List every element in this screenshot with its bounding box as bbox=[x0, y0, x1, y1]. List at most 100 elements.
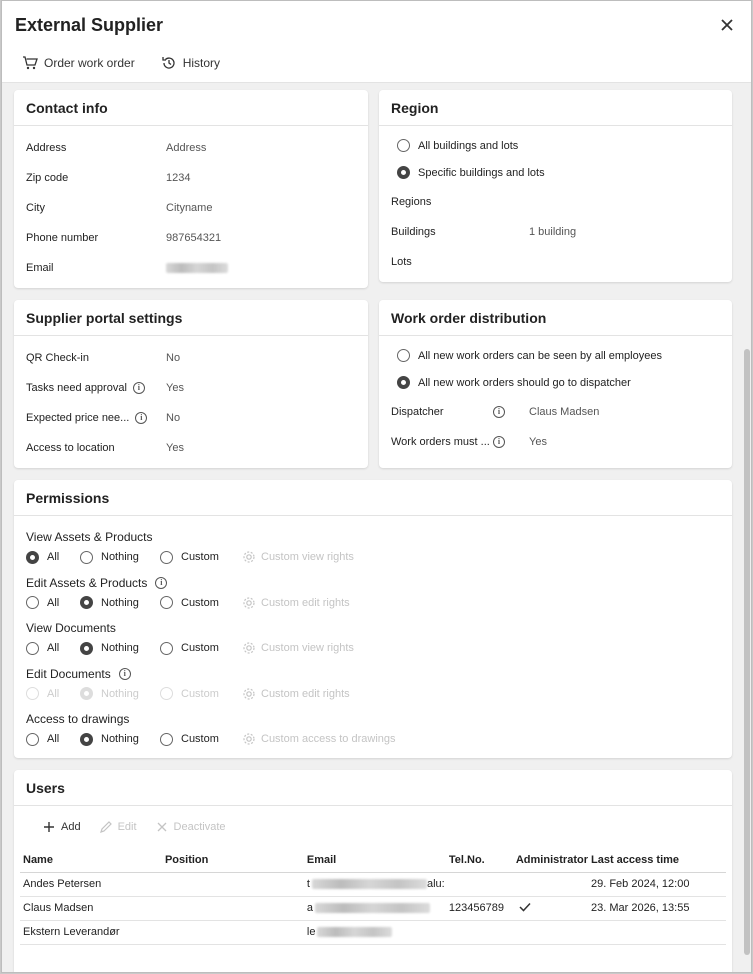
permission-option-custom[interactable]: Custom bbox=[160, 641, 242, 655]
column-header[interactable]: Last access time bbox=[587, 848, 726, 873]
radio-button[interactable] bbox=[26, 596, 39, 609]
history-label: History bbox=[182, 56, 221, 70]
permission-option-nothing[interactable]: Nothing bbox=[80, 687, 160, 700]
edit-user-button[interactable]: Edit bbox=[99, 820, 137, 834]
user-administrator bbox=[512, 896, 588, 921]
radio-button[interactable] bbox=[160, 596, 173, 609]
user-tel: 123456789 bbox=[445, 896, 513, 921]
column-header[interactable]: Tel.No. bbox=[445, 848, 513, 873]
permission-option-nothing[interactable]: Nothing bbox=[80, 550, 160, 564]
custom-rights-button[interactable]: Custom edit rights bbox=[242, 596, 350, 610]
column-header[interactable]: Administrator bbox=[512, 848, 588, 873]
field-row: Phone number bbox=[26, 230, 98, 246]
user-tel bbox=[445, 872, 513, 897]
radio-button[interactable] bbox=[397, 139, 410, 152]
field-label: Work orders must ... bbox=[391, 436, 490, 448]
table-row[interactable]: Claus Madsen a 123456789 23. Mar 2026, 13:5… bbox=[20, 896, 726, 921]
radio-button[interactable] bbox=[160, 550, 173, 564]
permission-options: All Nothing Custom Custom edit rights bbox=[26, 687, 350, 701]
permission-option-all[interactable]: All bbox=[26, 641, 80, 655]
permission-option-all[interactable]: All bbox=[26, 732, 80, 746]
contact-info-card: Contact info Address Address Zip code 1234 C… bbox=[14, 90, 368, 288]
distribution-title: Work order distribution bbox=[379, 300, 732, 336]
table-row[interactable]: Andes Petersen t alu: 29. Feb 2024, 12:00 bbox=[20, 872, 726, 897]
info-icon[interactable]: i bbox=[493, 436, 505, 448]
permission-option-custom[interactable]: Custom bbox=[160, 550, 242, 564]
radio-button[interactable] bbox=[160, 687, 173, 700]
region-option[interactable]: Specific buildings and lots bbox=[397, 166, 545, 179]
close-icon[interactable] bbox=[717, 15, 737, 35]
custom-rights-label: Custom view rights bbox=[261, 551, 354, 563]
permission-option-all[interactable]: All bbox=[26, 550, 80, 564]
permission-option-custom[interactable]: Custom bbox=[160, 596, 242, 609]
radio-button[interactable] bbox=[80, 596, 93, 609]
permissions-title: Permissions bbox=[14, 480, 732, 516]
permission-option-custom[interactable]: Custom bbox=[160, 687, 242, 700]
radio-button[interactable] bbox=[26, 732, 39, 746]
user-email-blurred bbox=[311, 879, 427, 890]
radio-button[interactable] bbox=[397, 376, 410, 389]
user-email: a bbox=[303, 896, 446, 921]
info-icon[interactable]: i bbox=[155, 576, 168, 589]
radio-button[interactable] bbox=[26, 641, 39, 655]
column-header[interactable]: Email bbox=[303, 848, 446, 873]
permission-option-nothing[interactable]: Nothing bbox=[80, 732, 160, 746]
gear-icon bbox=[242, 596, 256, 610]
radio-button[interactable] bbox=[80, 687, 93, 700]
permission-option-label: Nothing bbox=[101, 551, 139, 563]
order-work-order-button[interactable]: Order work order bbox=[22, 55, 135, 71]
user-position bbox=[161, 872, 304, 897]
custom-rights-button[interactable]: Custom view rights bbox=[242, 641, 354, 655]
field-label-text: Regions bbox=[391, 196, 432, 208]
permission-option-all[interactable]: All bbox=[26, 687, 80, 700]
add-user-button[interactable]: Add bbox=[42, 820, 81, 834]
contact-info-title: Contact info bbox=[14, 90, 368, 126]
permission-group-label: Edit Assets & Products i bbox=[26, 576, 168, 590]
field-row: Email bbox=[26, 260, 54, 276]
region-option[interactable]: All buildings and lots bbox=[397, 139, 518, 152]
distribution-option[interactable]: All new work orders can be seen by all e… bbox=[397, 349, 662, 362]
user-administrator bbox=[512, 872, 588, 897]
custom-rights-button[interactable]: Custom edit rights bbox=[242, 687, 350, 701]
dialog-header: External Supplier Order work order Histo… bbox=[2, 1, 751, 83]
radio-button[interactable] bbox=[80, 732, 93, 746]
info-icon[interactable]: i bbox=[132, 382, 145, 394]
field-row: City bbox=[26, 200, 45, 216]
permission-option-custom[interactable]: Custom bbox=[160, 732, 242, 746]
distribution-option[interactable]: All new work orders should go to dispatc… bbox=[397, 376, 631, 389]
info-icon[interactable]: i bbox=[493, 406, 505, 418]
radio-button[interactable] bbox=[26, 687, 39, 700]
column-header[interactable]: Name bbox=[20, 848, 162, 873]
deactivate-user-button[interactable]: Deactivate bbox=[155, 820, 226, 834]
scrollbar[interactable] bbox=[744, 349, 750, 955]
table-row[interactable]: Ekstern Leverandør le bbox=[20, 920, 726, 945]
radio-button[interactable] bbox=[160, 732, 173, 746]
custom-rights-button[interactable]: Custom access to drawings bbox=[242, 732, 396, 746]
pencil-icon bbox=[99, 821, 112, 833]
field-label-text: Tasks need approval bbox=[26, 382, 127, 394]
permission-option-nothing[interactable]: Nothing bbox=[80, 596, 160, 609]
field-value: No bbox=[166, 412, 181, 424]
custom-rights-button[interactable]: Custom view rights bbox=[242, 550, 354, 564]
region-title: Region bbox=[379, 90, 732, 126]
field-label-text: Expected price nee... bbox=[26, 412, 130, 424]
permission-option-all[interactable]: All bbox=[26, 596, 80, 609]
history-button[interactable]: History bbox=[161, 55, 220, 71]
radio-button[interactable] bbox=[80, 641, 93, 655]
user-email-blurred bbox=[317, 927, 393, 938]
info-icon[interactable]: i bbox=[118, 667, 131, 680]
radio-button[interactable] bbox=[397, 349, 410, 362]
field-value: Cityname bbox=[166, 202, 213, 214]
permission-option-nothing[interactable]: Nothing bbox=[80, 641, 160, 655]
permission-option-label: Custom bbox=[181, 551, 219, 563]
distribution-option-label: All new work orders can be seen by all e… bbox=[418, 349, 662, 362]
radio-button[interactable] bbox=[26, 550, 39, 564]
radio-button[interactable] bbox=[80, 550, 93, 564]
radio-button[interactable] bbox=[160, 641, 173, 655]
column-header[interactable]: Position bbox=[161, 848, 304, 873]
permission-option-label: Custom bbox=[181, 733, 219, 745]
radio-button[interactable] bbox=[397, 166, 410, 179]
field-label: QR Check-in bbox=[26, 352, 89, 364]
region-card: Region All buildings and lots Specific bu… bbox=[379, 90, 732, 282]
info-icon[interactable]: i bbox=[135, 412, 148, 424]
